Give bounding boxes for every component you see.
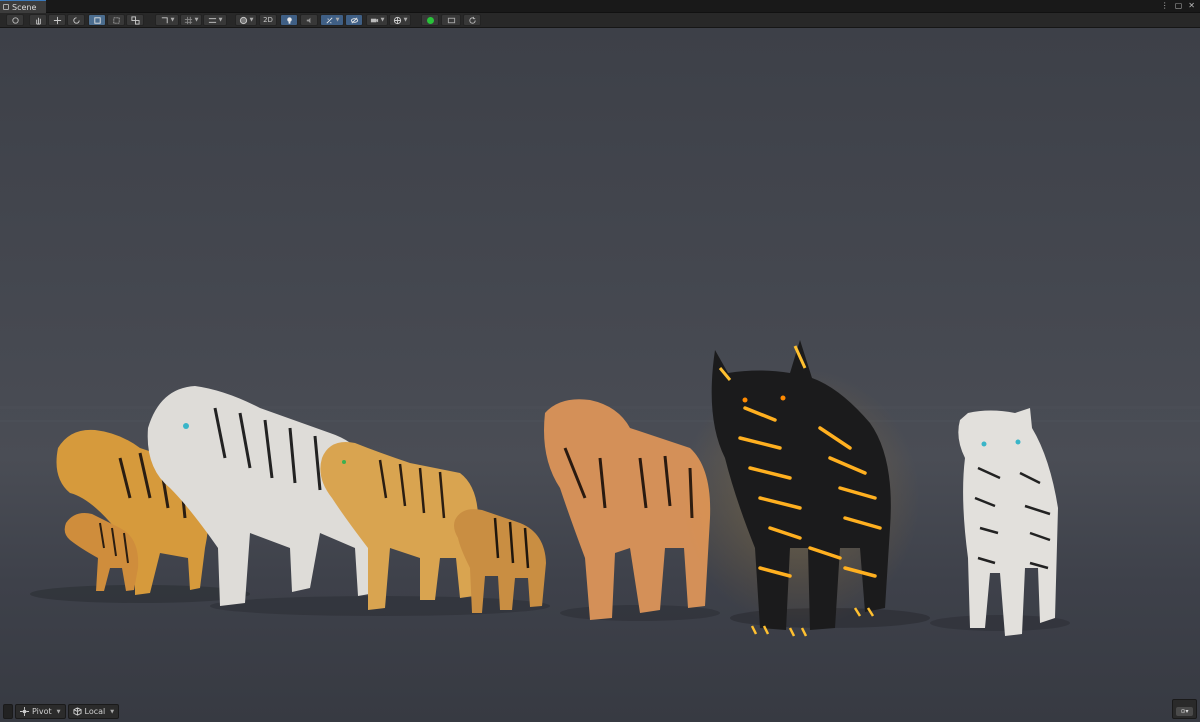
view-tool-button[interactable]: [6, 14, 24, 26]
toolbar-grip[interactable]: [3, 704, 13, 719]
play-mode-status-button[interactable]: [421, 14, 439, 26]
shading-mode-dropdown[interactable]: ▼: [235, 14, 257, 26]
white-tiger-right[interactable]: [958, 408, 1058, 636]
snap-icon: [161, 16, 168, 23]
refresh-button[interactable]: [463, 14, 481, 26]
scene-toolbar: ▼ ▼ ▼ ▼ 2D ▼ ▼ ▼: [0, 13, 1200, 28]
increment-snap-dropdown[interactable]: ▼: [203, 14, 227, 26]
local-cube-icon: [72, 707, 82, 716]
chevron-down-icon: ▼: [335, 17, 340, 23]
refresh-icon: [468, 16, 476, 24]
close-icon[interactable]: ✕: [1188, 1, 1195, 10]
local-dropdown[interactable]: Local ▼: [67, 704, 120, 719]
overlay-icon: [447, 17, 455, 23]
rotate-icon: [72, 16, 80, 24]
gizmo-globe-icon: [393, 16, 401, 24]
rect-tool-button[interactable]: [107, 14, 125, 26]
overlay-visibility-icon: ⊙▾: [1176, 707, 1193, 716]
chevron-down-icon: ▼: [249, 17, 254, 23]
rect-icon: [112, 16, 120, 24]
window-controls: ⋮ ▢ ✕: [1161, 1, 1195, 10]
scale-tool-button[interactable]: [88, 14, 106, 26]
status-dot-icon: [426, 16, 434, 24]
rotate-tool-button[interactable]: [67, 14, 85, 26]
lighting-toggle-button[interactable]: [280, 14, 298, 26]
shading-sphere-icon: [239, 16, 247, 24]
chevron-down-icon: ▼: [56, 708, 61, 715]
chevron-down-icon: ▼: [170, 17, 175, 23]
increment-snap-icon: [208, 17, 216, 23]
handle-position-bar: Pivot ▼ Local ▼: [3, 704, 120, 719]
camera-icon: [370, 18, 378, 22]
effects-icon: [326, 16, 333, 24]
scene-viewport[interactable]: Pivot ▼ Local ▼ ⊙▾: [0, 28, 1200, 722]
black-glowing-tiger[interactable]: [680, 340, 920, 637]
chevron-down-icon: ▼: [110, 708, 115, 715]
move-tool-button[interactable]: [48, 14, 66, 26]
view-tool-icon: [11, 16, 19, 24]
speaker-icon: [306, 17, 310, 23]
more-options-icon[interactable]: ⋮: [1161, 1, 1169, 10]
chevron-down-icon: ▼: [194, 17, 199, 23]
effects-dropdown[interactable]: ▼: [320, 14, 344, 26]
hand-icon: [35, 17, 41, 25]
pivot-label: Pivot: [32, 707, 52, 716]
overlay-menu-button[interactable]: ⊙▾: [1172, 699, 1197, 719]
light-bulb-icon: [286, 16, 292, 24]
scene-render[interactable]: [0, 28, 1200, 722]
eye-slash-icon: [350, 16, 358, 24]
overlay-toggle-button[interactable]: [441, 14, 461, 26]
grid-icon: [184, 16, 192, 24]
hand-tool-button[interactable]: [29, 14, 47, 26]
tab-scene-label: Scene: [12, 2, 37, 12]
hidden-objects-toggle[interactable]: [345, 14, 363, 26]
chevron-down-icon: ▼: [218, 17, 223, 23]
transform-icon: [130, 15, 140, 25]
pivot-icon: [20, 707, 29, 716]
local-label: Local: [84, 707, 106, 716]
editor-tab-bar: Scene ⋮ ▢ ✕: [0, 0, 1200, 13]
move-icon: [53, 16, 61, 24]
transform-tool-button[interactable]: [126, 14, 144, 26]
toggle-2d-button[interactable]: 2D: [259, 14, 277, 26]
camera-dropdown[interactable]: ▼: [366, 14, 388, 26]
audio-toggle-button[interactable]: [300, 14, 318, 26]
scene-icon: [3, 4, 9, 10]
tiger-cub-center[interactable]: [454, 509, 546, 613]
snapping-dropdown[interactable]: ▼: [155, 14, 179, 26]
tab-scene[interactable]: Scene: [0, 0, 46, 13]
scale-icon: [93, 16, 101, 24]
gizmos-dropdown[interactable]: ▼: [389, 14, 411, 26]
grid-dropdown[interactable]: ▼: [180, 14, 202, 26]
toggle-2d-label: 2D: [263, 16, 273, 24]
chevron-down-icon: ▼: [403, 17, 408, 23]
maximize-icon[interactable]: ▢: [1175, 1, 1183, 10]
pivot-dropdown[interactable]: Pivot ▼: [15, 704, 66, 719]
chevron-down-icon: ▼: [380, 17, 385, 23]
